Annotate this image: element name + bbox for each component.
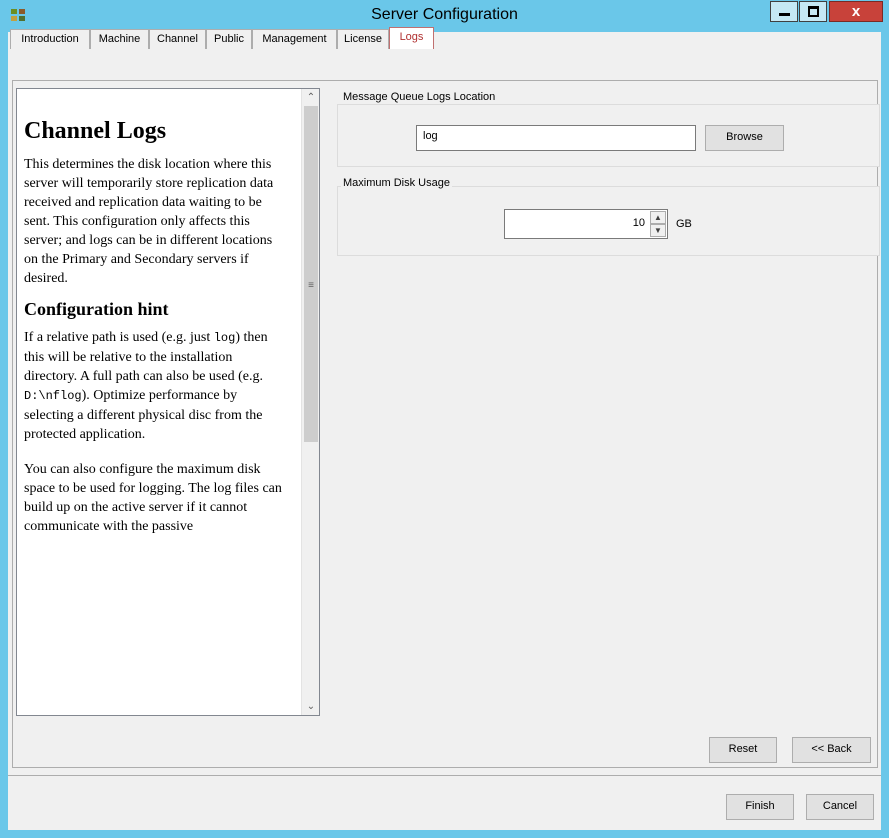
minimize-icon — [779, 13, 790, 16]
reset-button[interactable]: Reset — [709, 737, 777, 763]
help-content: Channel Logs This determines the disk lo… — [24, 117, 286, 544]
tab-public[interactable]: Public — [206, 29, 252, 49]
spin-down-icon[interactable]: ▼ — [650, 224, 666, 237]
scroll-up-icon[interactable]: ⌃ — [302, 89, 319, 106]
tab-introduction[interactable]: Introduction — [10, 29, 90, 49]
spin-up-icon[interactable]: ▲ — [650, 211, 666, 224]
scrollbar-thumb[interactable]: ≡ — [304, 106, 318, 442]
help-paragraph-hint: If a relative path is used (e.g. just lo… — [24, 328, 286, 444]
footer-separator — [8, 775, 881, 776]
window-title: Server Configuration — [371, 6, 518, 23]
disk-usage-unit: GB — [676, 218, 692, 230]
hint-text-a: If a relative path is used (e.g. just — [24, 330, 214, 345]
minimize-button[interactable] — [770, 1, 798, 22]
tab-channel[interactable]: Channel — [149, 29, 206, 49]
help-panel[interactable]: Channel Logs This determines the disk lo… — [16, 88, 320, 716]
help-hint-heading: Configuration hint — [24, 299, 169, 319]
spinner-buttons: ▲ ▼ — [650, 211, 666, 237]
cancel-button[interactable]: Cancel — [806, 794, 874, 820]
tab-machine[interactable]: Machine — [90, 29, 149, 49]
close-button[interactable]: x — [829, 1, 883, 22]
help-paragraph-intro: This determines the disk location where … — [24, 157, 274, 286]
finish-button[interactable]: Finish — [726, 794, 794, 820]
help-scrollbar[interactable]: ⌃ ≡ ⌄ — [301, 89, 319, 715]
tab-license[interactable]: License — [337, 29, 389, 49]
scroll-down-icon[interactable]: ⌄ — [302, 698, 319, 715]
logs-location-label: Message Queue Logs Location — [341, 91, 498, 103]
hint-code-path: D:\nflog — [24, 389, 82, 403]
logs-location-input[interactable]: log — [416, 125, 696, 151]
disk-usage-spinner[interactable]: 10 ▲ ▼ — [504, 209, 668, 239]
back-button[interactable]: << Back — [792, 737, 871, 763]
disk-usage-label: Maximum Disk Usage — [341, 177, 452, 189]
hint-code-log: log — [213, 331, 236, 345]
help-heading: Channel Logs — [24, 118, 167, 144]
title-bar[interactable]: Server Configuration x — [0, 0, 889, 32]
grip-icon: ≡ — [308, 280, 314, 291]
server-configuration-window: Server Configuration x Introduction Mach… — [0, 0, 889, 838]
tab-management[interactable]: Management — [252, 29, 337, 49]
disk-usage-value: 10 — [632, 217, 645, 229]
help-paragraph-disk: You can also configure the maximum disk … — [24, 462, 282, 534]
browse-button[interactable]: Browse — [705, 125, 784, 151]
close-icon: x — [851, 3, 861, 20]
maximize-button[interactable] — [799, 1, 827, 22]
maximize-icon — [808, 6, 819, 17]
tab-logs[interactable]: Logs — [389, 27, 434, 49]
